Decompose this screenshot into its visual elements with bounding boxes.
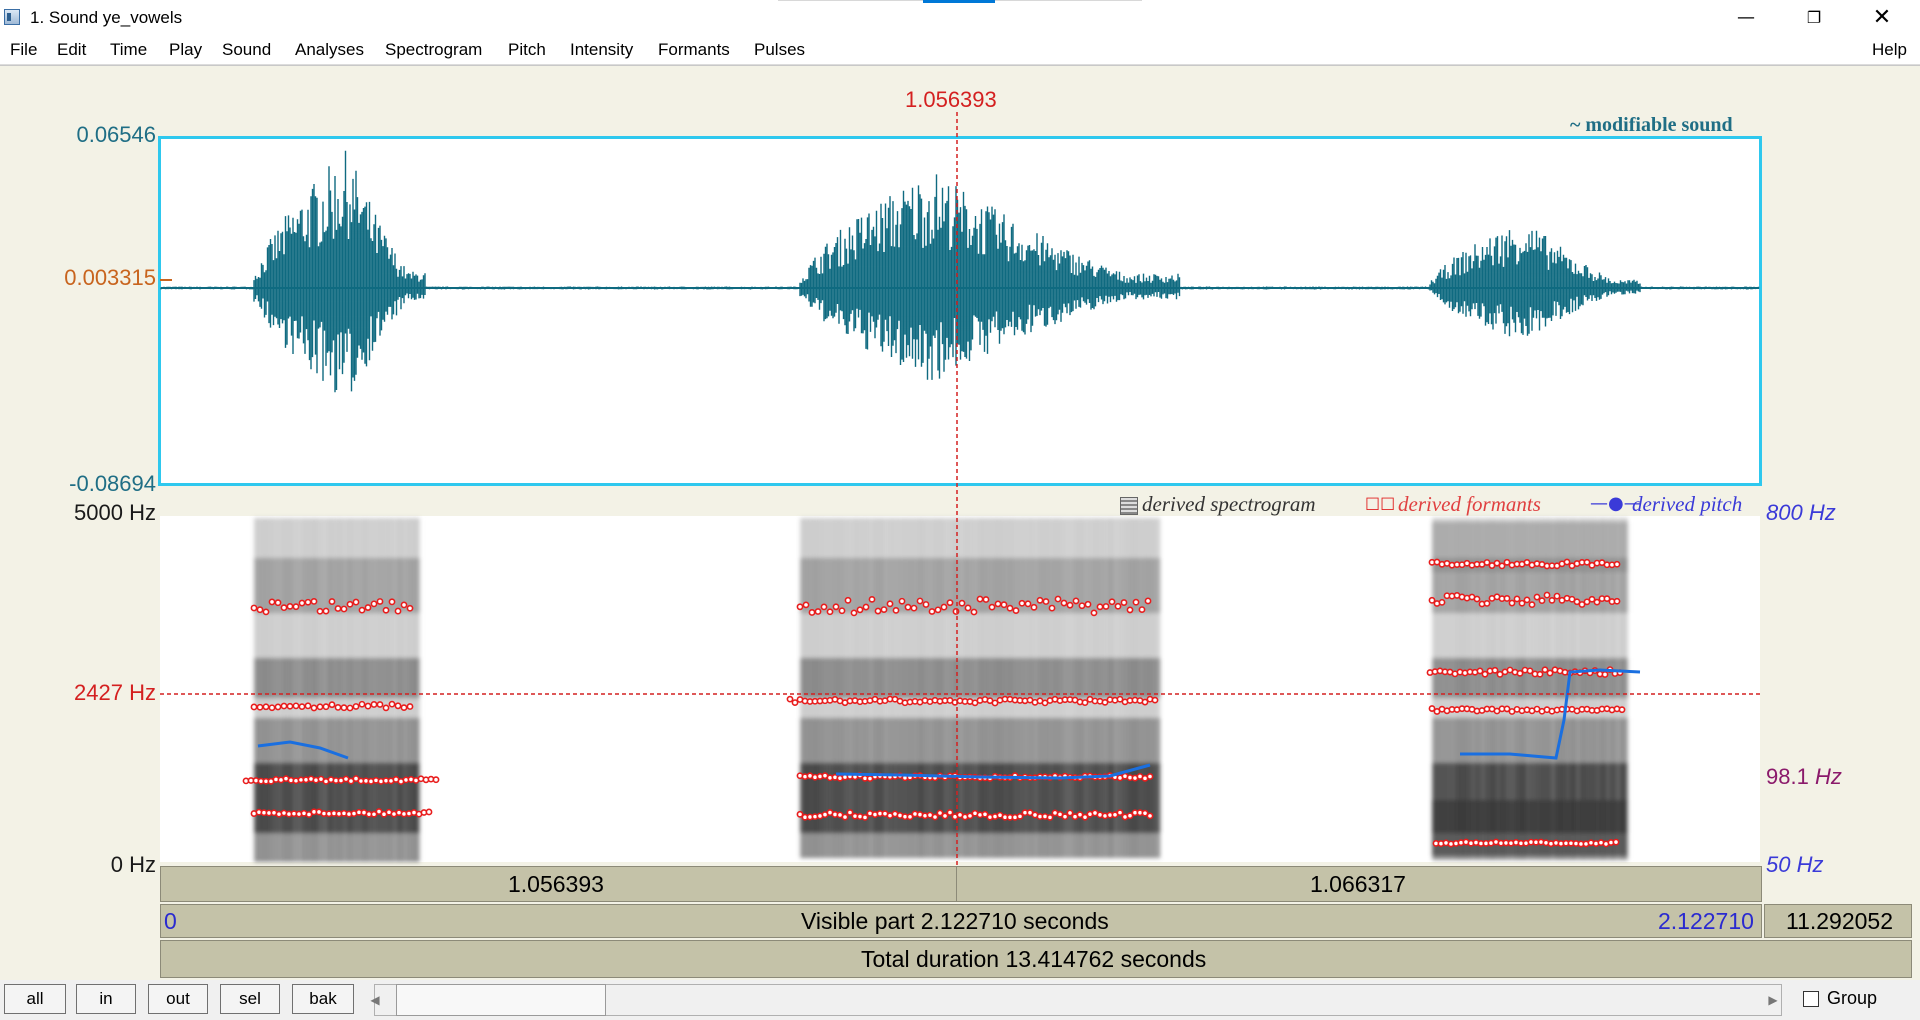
group-checkbox[interactable] — [1803, 991, 1819, 1007]
visible-start-time: 0 — [164, 908, 177, 934]
zoom-in-button[interactable]: in — [76, 984, 136, 1014]
zoom-selection-button[interactable]: sel — [220, 984, 280, 1014]
group-label: Group — [1827, 988, 1878, 1008]
total-duration-label: Total duration 13.414762 seconds — [861, 946, 1207, 972]
zoom-out-button[interactable]: out — [148, 984, 208, 1014]
zoom-back-button[interactable]: bak — [292, 984, 354, 1014]
selection-divider — [956, 866, 957, 902]
visible-part-label: Visible part 2.122710 seconds — [801, 908, 1109, 934]
scroll-right-icon[interactable]: ▶ — [1762, 984, 1784, 1016]
waveform-trace — [160, 150, 1760, 393]
selection-bar[interactable] — [160, 866, 1762, 902]
visible-end-time: 2.122710 — [1658, 908, 1754, 934]
after-visible-duration: 11.292052 — [1786, 908, 1894, 934]
scroll-left-icon[interactable]: ◀ — [364, 984, 386, 1016]
scrollbar-thumb[interactable] — [396, 984, 606, 1016]
left-segment-duration: 1.056393 — [508, 871, 604, 897]
right-segment-duration: 1.066317 — [1310, 871, 1406, 897]
zoom-all-button[interactable]: all — [4, 984, 66, 1014]
